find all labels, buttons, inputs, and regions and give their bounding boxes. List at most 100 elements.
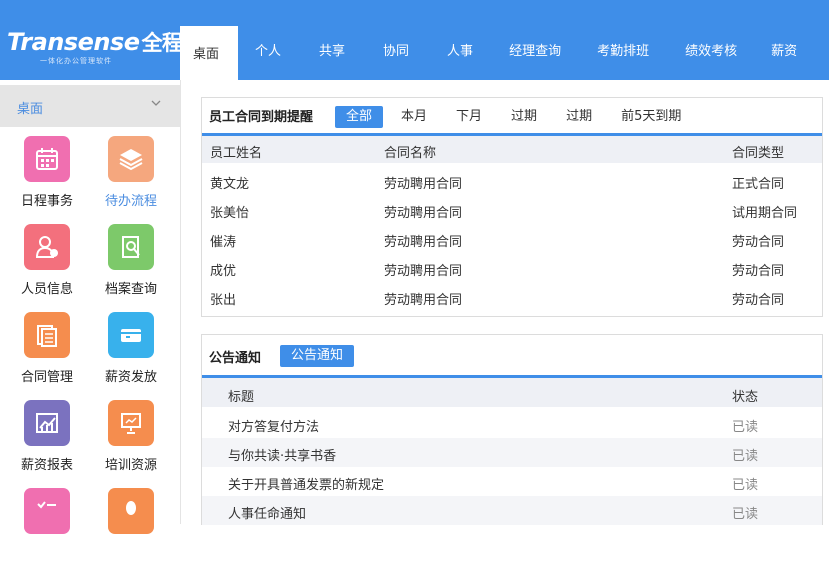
person-icon	[24, 224, 70, 270]
tab-all[interactable]: 全部	[335, 106, 384, 128]
cell-type: 试用期合同	[732, 206, 798, 221]
table-row[interactable]: 张出 劳动聘用合同 劳动合同	[202, 287, 822, 316]
table-row[interactable]: 催涛 劳动聘用合同 劳动合同	[202, 229, 822, 258]
cell-contract: 劳动聘用合同	[384, 264, 463, 279]
card-icon	[108, 312, 154, 358]
chart-icon	[24, 400, 70, 446]
notice-title[interactable]: 与你共读·共享书香	[228, 445, 336, 464]
app-checklist[interactable]	[12, 488, 82, 568]
app-schedule[interactable]: 日程事务	[12, 136, 82, 216]
notice-title[interactable]: 关于开具普通发票的新规定	[228, 474, 384, 493]
app-label: 薪资报表	[20, 458, 73, 473]
filter-tabs: 全部 本月 下月 过期 过期 前5天到期	[335, 106, 699, 128]
notice-status: 已读	[732, 420, 759, 435]
user-icon	[108, 488, 154, 534]
nav-tab-attendance[interactable]: 考勤排班	[586, 26, 660, 80]
chevron-down-icon	[150, 97, 162, 112]
panel-title: 员工合同到期提醒	[209, 110, 314, 125]
col-title: 标题	[228, 390, 255, 405]
tab-next-month[interactable]: 下月	[445, 106, 493, 128]
brand-name-en: Transense	[7, 28, 140, 56]
notice-status: 已读	[732, 478, 759, 493]
app-label: 培训资源	[104, 458, 157, 473]
top-bar: Transense全程 一体化办公管理软件 桌面 个人 共享 协同 人事 经理查…	[0, 0, 829, 82]
col-contract-type: 合同类型	[732, 146, 785, 161]
nav-tab-performance[interactable]: 绩效考核	[674, 26, 748, 80]
nav-tab-desktop[interactable]: 桌面	[180, 26, 238, 82]
tab-expiring-5-days[interactable]: 前5天到期	[610, 106, 692, 128]
cell-name: 成优	[210, 264, 237, 279]
contract-reminder-panel: 员工合同到期提醒 全部 本月 下月 过期 过期 前5天到期 员工姓名 合同名称 …	[201, 97, 823, 317]
notice-title[interactable]: 人事任命通知	[228, 503, 306, 522]
panel-header: 员工合同到期提醒 全部 本月 下月 过期 过期 前5天到期	[202, 98, 822, 131]
sidebar-header[interactable]: 桌面	[0, 85, 180, 127]
app-label: 薪资发放	[104, 370, 157, 385]
contract-icon	[24, 312, 70, 358]
table-header: 员工姓名 合同名称 合同类型	[202, 136, 822, 163]
col-employee-name: 员工姓名	[210, 146, 263, 161]
app-label: 人员信息	[20, 282, 73, 297]
cell-type: 劳动合同	[732, 293, 785, 308]
list-item[interactable]: 关于开具普通发票的新规定 已读	[202, 467, 822, 496]
notice-panel: 公告通知 公告通知 标题 状态 对方答复付方法 已读 与你共读·共享书香 已读 …	[201, 334, 823, 525]
brand-name: Transense全程	[7, 27, 183, 57]
col-contract-name: 合同名称	[384, 146, 437, 161]
table-header: 标题 状态	[202, 378, 822, 407]
nav-tab-collab[interactable]: 协同	[372, 26, 420, 80]
cell-name: 张美怡	[210, 206, 250, 221]
tab-this-month[interactable]: 本月	[390, 106, 438, 128]
tab-notices[interactable]: 公告通知	[280, 345, 355, 367]
cell-name: 催涛	[210, 235, 237, 250]
nav-tab-share[interactable]: 共享	[308, 26, 356, 80]
nav-tab-salary[interactable]: 薪资	[760, 26, 808, 80]
nav-tab-manager-query[interactable]: 经理查询	[498, 26, 572, 80]
list-item[interactable]: 与你共读·共享书香 已读	[202, 438, 822, 467]
tab-expired-2[interactable]: 过期	[555, 106, 603, 128]
sidebar: 桌面 日程事务 待办流程 人员信息 档案查询 合同管理 薪资发放 薪资报表 培训…	[0, 80, 181, 534]
app-label: 日程事务	[20, 194, 73, 209]
table-row[interactable]: 张美怡 劳动聘用合同 试用期合同	[202, 200, 822, 229]
app-contract-mgmt[interactable]: 合同管理	[12, 312, 82, 392]
brand-logo: Transense全程 一体化办公管理软件	[0, 0, 183, 80]
app-user[interactable]	[96, 488, 166, 568]
nav-tab-hr[interactable]: 人事	[436, 26, 484, 80]
main-nav: 桌面 个人 共享 协同 人事 经理查询 考勤排班 绩效考核 薪资	[180, 26, 808, 82]
panel-header: 公告通知 公告通知	[202, 335, 822, 368]
app-training-resources[interactable]: 培训资源	[96, 400, 166, 480]
panel-title: 公告通知	[209, 351, 262, 366]
notice-status: 已读	[732, 449, 759, 464]
layers-icon	[108, 136, 154, 182]
cell-contract: 劳动聘用合同	[384, 206, 463, 221]
list-item[interactable]: 人事任命通知 已读	[202, 496, 822, 525]
cell-type: 劳动合同	[732, 235, 785, 250]
notice-tabs: 公告通知	[280, 345, 361, 367]
nav-tab-personal[interactable]: 个人	[244, 26, 292, 80]
cell-contract: 劳动聘用合同	[384, 293, 463, 308]
table-row[interactable]: 成优 劳动聘用合同 劳动合同	[202, 258, 822, 287]
app-staff-info[interactable]: 人员信息	[12, 224, 82, 304]
app-label: 档案查询	[104, 282, 157, 297]
cell-type: 正式合同	[732, 177, 785, 192]
brand-name-cn: 全程	[141, 31, 184, 55]
table-row[interactable]: 黄文龙 劳动聘用合同 正式合同	[202, 171, 822, 200]
cell-name: 张出	[210, 293, 237, 308]
app-salary-payout[interactable]: 薪资发放	[96, 312, 166, 392]
brand-tagline: 一体化办公管理软件	[40, 57, 112, 65]
notice-status: 已读	[732, 507, 759, 522]
document-search-icon	[108, 224, 154, 270]
notice-title[interactable]: 对方答复付方法	[228, 416, 319, 435]
app-label: 待办流程	[104, 194, 157, 209]
checklist-icon	[24, 488, 70, 534]
calendar-icon	[24, 136, 70, 182]
sidebar-title: 桌面	[17, 102, 44, 117]
app-archive-query[interactable]: 档案查询	[96, 224, 166, 304]
app-todo-flow[interactable]: 待办流程	[96, 136, 166, 216]
cell-name: 黄文龙	[210, 177, 250, 192]
list-item[interactable]: 对方答复付方法 已读	[202, 409, 822, 438]
app-label: 合同管理	[20, 370, 73, 385]
cell-contract: 劳动聘用合同	[384, 235, 463, 250]
app-salary-report[interactable]: 薪资报表	[12, 400, 82, 480]
tab-expired[interactable]: 过期	[500, 106, 548, 128]
cell-type: 劳动合同	[732, 264, 785, 279]
col-status: 状态	[732, 390, 759, 405]
